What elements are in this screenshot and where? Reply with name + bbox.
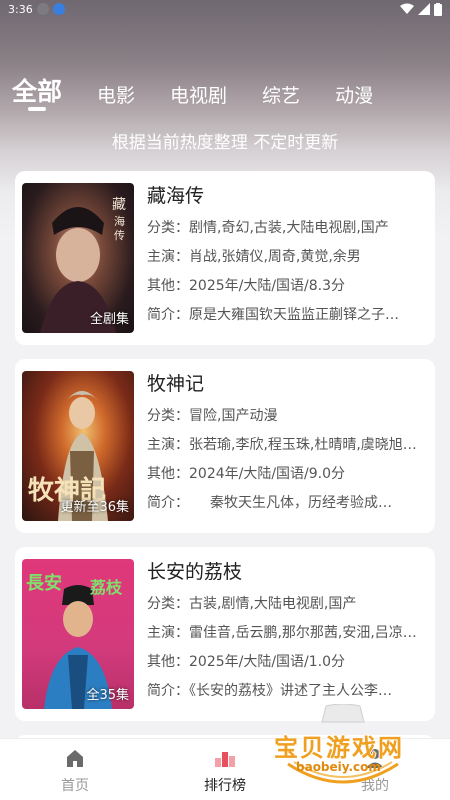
watermark-text: 宝贝游戏网 xyxy=(274,734,404,762)
card-title[interactable]: 牧神记 xyxy=(147,371,427,397)
notification-bluetooth-icon xyxy=(52,3,65,15)
tab-all[interactable]: 全部 xyxy=(12,72,62,111)
status-time: 3:36 xyxy=(8,2,33,16)
nav-ranking-label: 排行榜 xyxy=(204,778,246,794)
card-intro: 简介： 秦牧天生凡体，历经考验成… xyxy=(147,495,392,511)
card-cast: 主演：肖战,张婧仪,周奇,黄觉,余男 xyxy=(147,249,361,265)
svg-text:藏: 藏 xyxy=(112,197,126,213)
svg-text:传: 传 xyxy=(114,229,125,242)
nav-home-label: 首页 xyxy=(61,778,89,794)
ranking-card[interactable]: 長安 荔枝 全35集 长安的荔枝 分类：古装,剧情,大陆电视剧,国产 主演：雷佳… xyxy=(15,547,435,721)
tab-tv-series[interactable]: 电视剧 xyxy=(170,81,227,108)
ranking-card[interactable]: 牧神記 更新至36集 牧神记 分类：冒险,国产动漫 主演：张若瑜,李欣,程玉珠,… xyxy=(15,359,435,533)
home-icon xyxy=(67,750,83,767)
notification-gear-icon xyxy=(36,3,49,15)
poster-image[interactable]: 牧神記 更新至36集 xyxy=(22,371,134,521)
card-other: 其他：2025年/大陆/国语/8.3分 xyxy=(147,278,346,294)
watermark-domain: baobeiy.com xyxy=(296,760,381,774)
tab-anime[interactable]: 动漫 xyxy=(335,81,373,108)
episode-badge: 全35集 xyxy=(86,688,129,703)
wifi-icon xyxy=(400,3,414,14)
card-cast: 主演：雷佳音,岳云鹏,那尔那茜,安沺,吕凉… xyxy=(147,625,417,641)
svg-text:海: 海 xyxy=(114,214,125,228)
ranking-icon xyxy=(215,752,235,767)
ranking-subtitle: 根据当前热度整理 不定时更新 xyxy=(111,133,339,153)
ranking-card[interactable]: 藏 海 传 全剧集 藏海传 分类：剧情,奇幻,古装,大陆电视剧,国产 主演：肖战… xyxy=(15,171,435,345)
site-watermark: 宝贝游戏网 baobeiy.com xyxy=(268,704,418,796)
battery-icon xyxy=(434,2,442,16)
card-other: 其他：2025年/大陆/国语/1.0分 xyxy=(147,654,346,670)
tab-movie[interactable]: 电影 xyxy=(97,81,135,108)
poster-image[interactable]: 藏 海 传 全剧集 xyxy=(22,183,134,333)
poster-image[interactable]: 長安 荔枝 全35集 xyxy=(22,559,134,709)
card-genre: 分类：冒险,国产动漫 xyxy=(147,408,278,424)
card-other: 其他：2024年/大陆/国语/9.0分 xyxy=(147,466,346,482)
status-bar: 3:36 xyxy=(0,0,450,18)
nav-home[interactable]: 首页 xyxy=(0,739,150,800)
signal-icon xyxy=(418,3,430,15)
card-info: 藏海传 分类：剧情,奇幻,古装,大陆电视剧,国产 主演：肖战,张婧仪,周奇,黄觉… xyxy=(147,183,427,325)
card-title[interactable]: 藏海传 xyxy=(147,183,427,209)
svg-text:荔枝: 荔枝 xyxy=(89,578,123,597)
tab-active-indicator xyxy=(28,107,46,111)
tab-variety[interactable]: 综艺 xyxy=(262,81,300,108)
category-tabs: 全部 电影 电视剧 综艺 动漫 xyxy=(12,72,408,111)
card-info: 长安的荔枝 分类：古装,剧情,大陆电视剧,国产 主演：雷佳音,岳云鹏,那尔那茜,… xyxy=(147,559,427,701)
card-intro: 简介：《长安的荔枝》讲述了主人公李… xyxy=(147,683,392,699)
card-info: 牧神记 分类：冒险,国产动漫 主演：张若瑜,李欣,程玉珠,杜晴晴,虞晓旭… 其他… xyxy=(147,371,427,513)
svg-text:長安: 長安 xyxy=(26,572,62,594)
card-genre: 分类：古装,剧情,大陆电视剧,国产 xyxy=(147,596,357,612)
card-intro: 简介：原是大雍国钦天监监正蒯铎之子… xyxy=(147,307,399,323)
card-title[interactable]: 长安的荔枝 xyxy=(147,559,427,585)
episode-badge: 全剧集 xyxy=(89,312,129,327)
episode-badge: 更新至36集 xyxy=(60,500,129,515)
card-cast: 主演：张若瑜,李欣,程玉珠,杜晴晴,虞晓旭… xyxy=(147,437,417,453)
card-genre: 分类：剧情,奇幻,古装,大陆电视剧,国产 xyxy=(147,220,389,236)
